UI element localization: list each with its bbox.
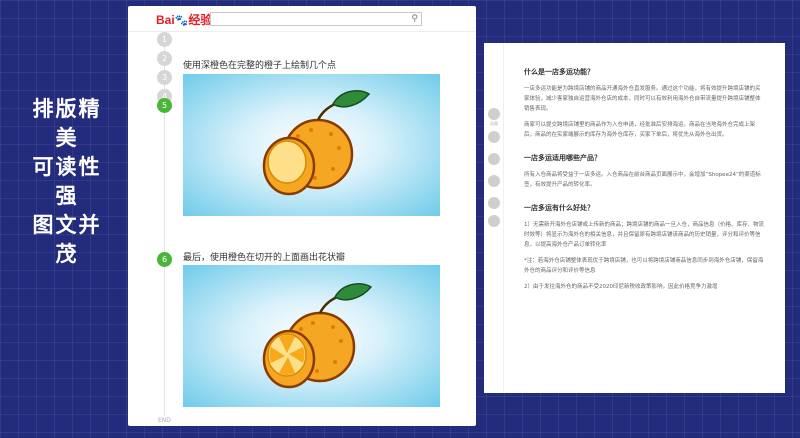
baidu-jingyan-logo[interactable]: Bai🐾经验 (156, 11, 212, 27)
side-toolbar: 收藏 (484, 43, 504, 393)
like-icon[interactable] (488, 131, 500, 143)
doc-section: 一店多运适用哪些产品？ 所有入仓商品将受益于一店多运。入仓商品在前台商品页面展示… (524, 153, 764, 190)
star-icon[interactable] (488, 108, 500, 120)
search-icon[interactable]: ⚲ (411, 13, 418, 25)
step-6-text: 最后，使用橙色在切开的上面画出花状瓣 (183, 253, 346, 263)
section-heading: 一店多运适用哪些产品？ (524, 154, 601, 162)
step-marker-2[interactable]: 2 (157, 51, 172, 66)
doc-section: 一店多运有什么好处？ 1）无需新开海外仓店铺或上传新的商品；跨境店铺的商品一旦入… (524, 203, 764, 292)
slogan-line-2: 可读性强 (32, 155, 102, 208)
step-6-image (183, 265, 440, 407)
paw-icon: 🐾 (174, 15, 189, 27)
article-page: Bai🐾经验 ⚲ 1 2 3 4 5 使用深橙色在完整的橙子上绘制几个点 6 最… (128, 6, 476, 426)
slogan-line-1: 排版精美 (32, 97, 102, 150)
search-input[interactable]: ⚲ (210, 12, 422, 26)
slogan-line-3: 图文并茂 (32, 213, 102, 266)
paragraph: 商家可以提交跨境店铺里的商品作为入仓申请，经批准后安排海运，商品在当地海外仓完成… (524, 122, 756, 138)
document-body: 什么是一店多运功能？ 一店多运功能是为跨境店铺的商品开通海外仓直发服务。通过这个… (524, 67, 764, 305)
step-marker-6[interactable]: 6 (157, 252, 172, 267)
comment-icon[interactable] (488, 153, 500, 165)
qq-icon[interactable] (488, 215, 500, 227)
step-marker-3[interactable]: 3 (157, 70, 172, 85)
orange-illustration (262, 283, 373, 389)
step-marker-1[interactable]: 1 (157, 32, 172, 47)
doc-section: 什么是一店多运功能？ 一店多运功能是为跨境店铺的商品开通海外仓直发服务。通过这个… (524, 67, 764, 140)
top-bar: Bai🐾经验 ⚲ (128, 6, 476, 32)
step-marker-5[interactable]: 5 (157, 98, 172, 113)
step-5-text: 使用深橙色在完整的橙子上绘制几个点 (183, 61, 337, 71)
slogan: 排版精美 可读性强 图文并茂 (22, 95, 112, 269)
orange-illustration (262, 90, 371, 196)
paragraph: 所有入仓商品将受益于一店多运。入仓商品在前台商品页面展示中，会增加“Shopee… (524, 172, 761, 188)
paragraph: 2）由于发往海外仓的商品不受2020印尼新税收政策影响，因此价格竞争力激增 (524, 284, 718, 290)
paragraph: 一店多运功能是为跨境店铺的商品开通海外仓直发服务。通过这个功能，将有效提升跨境店… (524, 86, 761, 112)
share-icon[interactable] (488, 175, 500, 187)
section-heading: 一店多运有什么好处？ (524, 204, 594, 212)
favorite-label: 收藏 (490, 121, 498, 126)
paragraph: 1）无需新开海外仓店铺或上传新的商品；跨境店铺的商品一旦入仓，商品信息（价格、库… (524, 222, 765, 248)
section-heading: 什么是一店多运功能？ (524, 68, 594, 76)
paragraph: *注：若海外仓店铺整体表现优于跨境店铺，也可以将跨境店铺商品信息同步到海外仓店铺… (524, 258, 764, 274)
document-page: 收藏 什么是一店多运功能？ 一店多运功能是为跨境店铺的商品开通海外仓直发服务。通… (484, 43, 785, 393)
weibo-icon[interactable] (488, 197, 500, 209)
end-label: END (158, 417, 171, 424)
step-5-image (183, 74, 440, 216)
